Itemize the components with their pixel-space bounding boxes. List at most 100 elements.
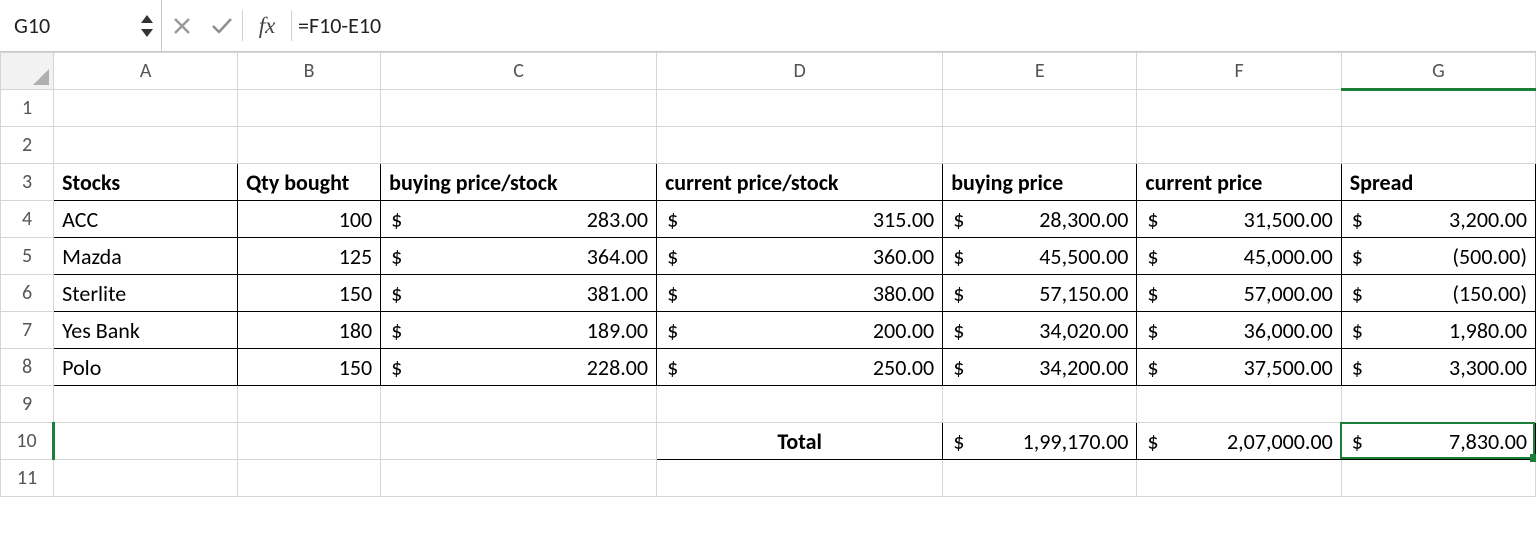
col-header-B[interactable]: B [238, 53, 381, 90]
col-header-C[interactable]: C [381, 53, 657, 90]
cell[interactable]: $381.00 [381, 275, 657, 312]
row-header[interactable]: 9 [1, 386, 54, 423]
cell[interactable]: $34,200.00 [943, 349, 1137, 386]
cell[interactable]: $(500.00) [1341, 238, 1535, 275]
row-header[interactable]: 1 [1, 90, 54, 127]
cell[interactable] [238, 90, 381, 127]
cell[interactable]: $(150.00) [1341, 275, 1535, 312]
cell[interactable] [381, 386, 657, 423]
name-box[interactable]: G10 [14, 12, 133, 39]
cell[interactable] [1137, 90, 1341, 127]
cell[interactable] [381, 90, 657, 127]
cell[interactable] [943, 127, 1137, 164]
cell[interactable]: $34,020.00 [943, 312, 1137, 349]
cell[interactable]: $57,000.00 [1137, 275, 1341, 312]
cell[interactable] [54, 127, 238, 164]
cell[interactable] [657, 460, 943, 497]
header-cell-cur-price-stock[interactable]: current price/stock [657, 164, 943, 201]
fx-label[interactable]: fx [243, 13, 291, 39]
cell[interactable]: $364.00 [381, 238, 657, 275]
cell[interactable]: $360.00 [657, 238, 943, 275]
cell[interactable] [54, 423, 238, 460]
cell[interactable]: $200.00 [657, 312, 943, 349]
col-header-A[interactable]: A [54, 53, 238, 90]
cell[interactable]: $57,150.00 [943, 275, 1137, 312]
row-header[interactable]: 8 [1, 349, 54, 386]
header-cell-buy-price-stock[interactable]: buying price/stock [381, 164, 657, 201]
header-cell-spread[interactable]: Spread [1341, 164, 1535, 201]
cell[interactable] [1341, 460, 1535, 497]
cell[interactable]: $228.00 [381, 349, 657, 386]
cell[interactable]: Sterlite [54, 275, 238, 312]
cell[interactable] [1341, 386, 1535, 423]
row-header[interactable]: 3 [1, 164, 54, 201]
row-header[interactable]: 11 [1, 460, 54, 497]
cell[interactable]: $45,500.00 [943, 238, 1137, 275]
cell[interactable]: $3,200.00 [1341, 201, 1535, 238]
cell[interactable]: ACC [54, 201, 238, 238]
cell[interactable]: 150 [238, 349, 381, 386]
cell[interactable] [943, 90, 1137, 127]
cell[interactable]: $315.00 [657, 201, 943, 238]
cell[interactable]: 125 [238, 238, 381, 275]
cell[interactable]: $189.00 [381, 312, 657, 349]
row-header[interactable]: 7 [1, 312, 54, 349]
cell[interactable] [54, 460, 238, 497]
cell[interactable]: $3,300.00 [1341, 349, 1535, 386]
cell[interactable] [943, 386, 1137, 423]
cell[interactable] [657, 90, 943, 127]
accept-formula-button[interactable] [202, 0, 242, 51]
header-cell-stocks[interactable]: Stocks [54, 164, 238, 201]
cell[interactable] [238, 127, 381, 164]
cell[interactable]: $36,000.00 [1137, 312, 1341, 349]
cell[interactable] [238, 386, 381, 423]
name-box-stepper[interactable] [133, 0, 161, 51]
cell[interactable]: Polo [54, 349, 238, 386]
header-cell-qty[interactable]: Qty bought [238, 164, 381, 201]
cell[interactable]: 150 [238, 275, 381, 312]
row-header[interactable]: 2 [1, 127, 54, 164]
cell[interactable] [1137, 127, 1341, 164]
cell[interactable]: $31,500.00 [1137, 201, 1341, 238]
formula-input[interactable]: =F10-E10 [292, 0, 1536, 51]
cell[interactable] [381, 127, 657, 164]
cell[interactable] [943, 460, 1137, 497]
row-header[interactable]: 10 [1, 423, 54, 460]
cell[interactable]: $45,000.00 [1137, 238, 1341, 275]
col-header-G[interactable]: G [1341, 53, 1535, 90]
total-buying-price-cell[interactable]: $1,99,170.00 [943, 423, 1137, 460]
cell[interactable] [657, 386, 943, 423]
cell[interactable] [381, 460, 657, 497]
cell[interactable]: $283.00 [381, 201, 657, 238]
col-header-E[interactable]: E [943, 53, 1137, 90]
cell[interactable] [238, 423, 381, 460]
cell[interactable]: $37,500.00 [1137, 349, 1341, 386]
cell[interactable] [54, 386, 238, 423]
cell[interactable] [1341, 127, 1535, 164]
cell[interactable] [1341, 90, 1535, 127]
cell[interactable]: $28,300.00 [943, 201, 1137, 238]
cancel-formula-button[interactable] [162, 0, 202, 51]
header-cell-cur-price[interactable]: current price [1137, 164, 1341, 201]
total-current-price-cell[interactable]: $2,07,000.00 [1137, 423, 1341, 460]
row-header[interactable]: 4 [1, 201, 54, 238]
select-all-corner[interactable] [1, 53, 54, 90]
cell[interactable] [1137, 386, 1341, 423]
cell[interactable]: $250.00 [657, 349, 943, 386]
cell[interactable]: 100 [238, 201, 381, 238]
cell[interactable]: 180 [238, 312, 381, 349]
worksheet[interactable]: A B C D E F G 1 2 3 Stocks Qty bought bu… [0, 52, 1536, 497]
col-header-D[interactable]: D [657, 53, 943, 90]
cell[interactable] [238, 460, 381, 497]
header-cell-buy-price[interactable]: buying price [943, 164, 1137, 201]
cell[interactable]: Mazda [54, 238, 238, 275]
cell[interactable] [657, 127, 943, 164]
col-header-F[interactable]: F [1137, 53, 1341, 90]
total-spread-cell[interactable]: $7,830.00 [1341, 423, 1535, 460]
row-header[interactable]: 5 [1, 238, 54, 275]
cell[interactable]: Yes Bank [54, 312, 238, 349]
cell[interactable]: $380.00 [657, 275, 943, 312]
total-label-cell[interactable]: Total [657, 423, 943, 460]
cell[interactable] [54, 90, 238, 127]
cell[interactable]: $1,980.00 [1341, 312, 1535, 349]
